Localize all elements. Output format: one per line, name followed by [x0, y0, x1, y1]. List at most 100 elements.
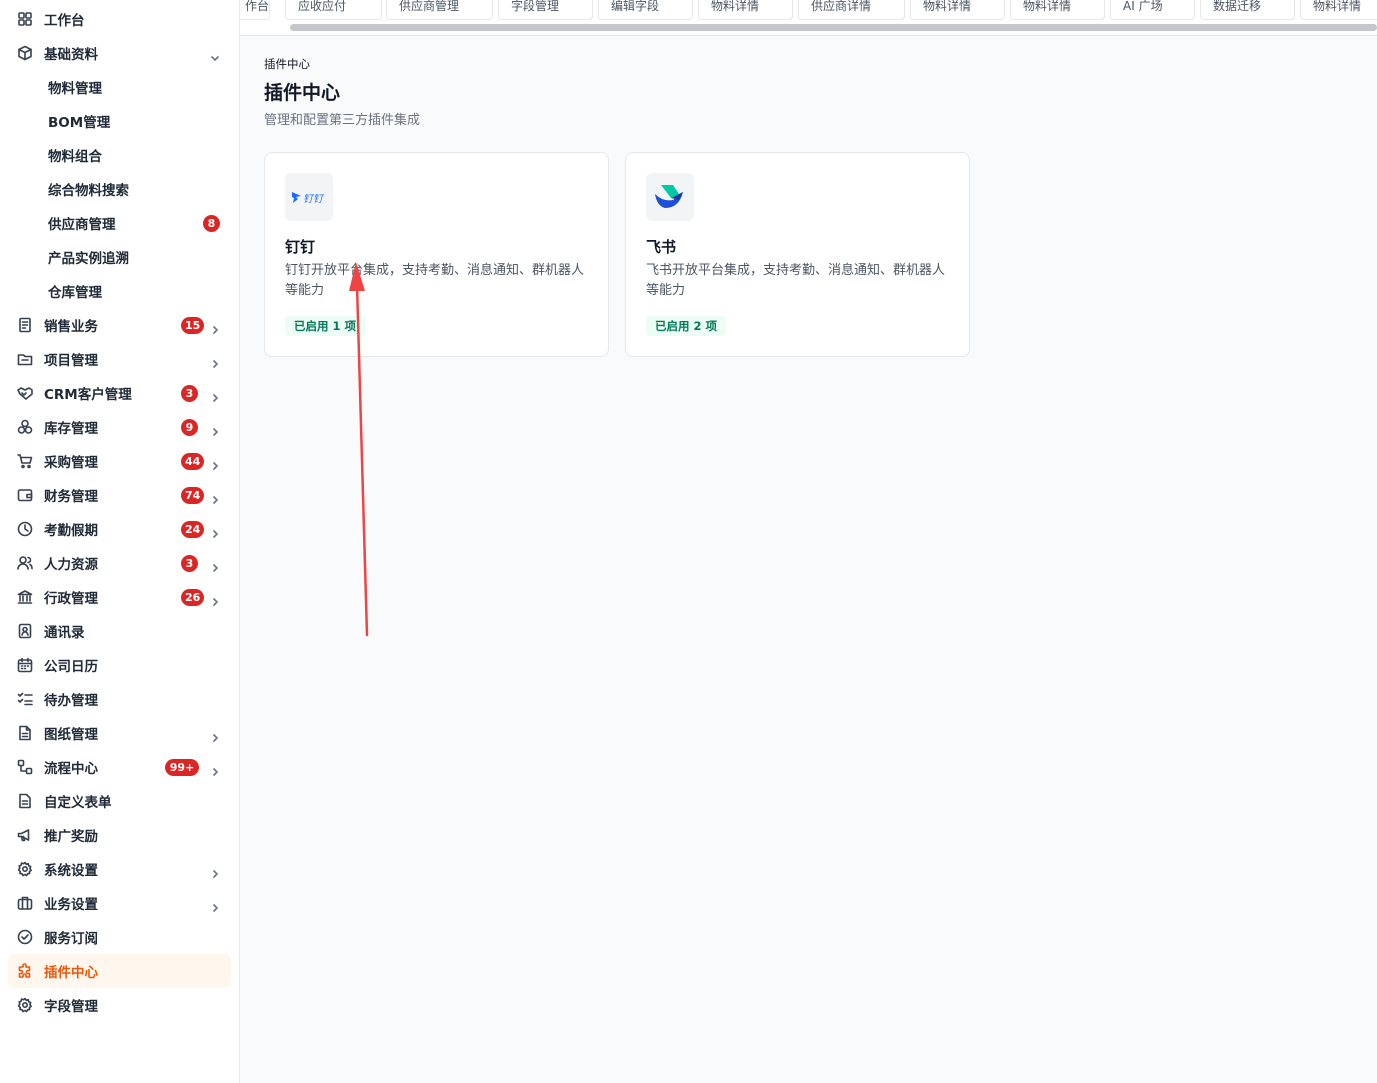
chevron-right-icon — [210, 898, 220, 913]
sidebar-item-supplier[interactable]: 供应商管理 8 — [8, 206, 231, 240]
sidebar-item-finance[interactable]: 财务管理 74 — [8, 478, 231, 512]
sidebar-item-label: 字段管理 — [44, 999, 98, 1015]
sidebar-item-plugin-center[interactable]: 插件中心 — [8, 954, 231, 988]
sidebar-item-workbench[interactable]: 工作台 — [8, 2, 231, 36]
sidebar-item-crm[interactable]: CRM客户管理 3 — [8, 376, 231, 410]
count-badge: 3 — [181, 384, 198, 402]
chevron-right-icon — [210, 388, 220, 403]
page-description: 管理和配置第三方插件集成 — [264, 113, 421, 128]
chevron-right-icon — [210, 728, 220, 743]
sidebar-item-field-management[interactable]: 字段管理 — [8, 988, 231, 1022]
tab[interactable]: 编辑字段 — [598, 0, 693, 20]
chevron-right-icon — [210, 320, 220, 335]
chevron-right-icon — [210, 354, 220, 369]
sidebar-item-workflow[interactable]: 流程中心 99+ — [8, 750, 231, 784]
sidebar-item-bom[interactable]: BOM管理 — [8, 104, 231, 138]
sidebar-item-material-combo[interactable]: 物料组合 — [8, 138, 231, 172]
sidebar-item-label: 产品实例追溯 — [48, 251, 129, 267]
sidebar: 工作台 基础资料 物料管理 BOM管理 物料组合 综合物料搜索 供应商管理 8 … — [0, 0, 240, 1083]
sidebar-item-subscription[interactable]: 服务订阅 — [8, 920, 231, 954]
tab[interactable]: 作台 — [240, 0, 270, 20]
dingtalk-logo-text: 钉钉 — [303, 194, 323, 205]
briefcase-icon — [17, 895, 33, 911]
count-badge: 99+ — [165, 758, 199, 776]
sidebar-item-hr[interactable]: 人力资源 3 — [8, 546, 231, 580]
sidebar-item-label: 库存管理 — [44, 421, 98, 437]
sidebar-item-warehouse[interactable]: 仓库管理 — [8, 274, 231, 308]
sidebar-item-label: 综合物料搜索 — [48, 183, 129, 199]
gear-icon — [17, 861, 33, 877]
file-icon — [17, 725, 33, 741]
tab[interactable]: 物料详情 — [698, 0, 793, 20]
tab[interactable]: 应收应付 — [285, 0, 382, 20]
calendar-icon — [17, 657, 33, 673]
sidebar-item-material[interactable]: 物料管理 — [8, 70, 231, 104]
tab[interactable]: 物料详情 — [1010, 0, 1105, 20]
sidebar-item-label: 物料管理 — [48, 81, 102, 97]
chevron-right-icon — [210, 456, 220, 471]
wallet-icon — [17, 487, 33, 503]
sidebar-item-label: 行政管理 — [44, 591, 98, 607]
chevron-right-icon — [210, 524, 220, 539]
sidebar-item-system-settings[interactable]: 系统设置 — [8, 852, 231, 886]
sidebar-item-label: 系统设置 — [44, 863, 98, 879]
sidebar-item-sales[interactable]: 销售业务 15 — [8, 308, 231, 342]
tab-scrollbar[interactable] — [290, 24, 1377, 31]
sidebar-item-label: 自定义表单 — [44, 795, 112, 811]
handshake-icon — [17, 385, 33, 401]
cart-icon — [17, 453, 33, 469]
feishu-logo — [646, 173, 694, 221]
sidebar-item-admin[interactable]: 行政管理 26 — [8, 580, 231, 614]
sidebar-item-label: 物料组合 — [48, 149, 102, 165]
grid-icon — [17, 11, 33, 27]
contact-icon — [17, 623, 33, 639]
count-badge: 9 — [181, 418, 198, 436]
flow-icon — [17, 759, 33, 775]
sidebar-item-inventory[interactable]: 库存管理 9 — [8, 410, 231, 444]
tab[interactable]: 物料详情 — [1300, 0, 1377, 20]
sidebar-item-label: 业务设置 — [44, 897, 98, 913]
users-icon — [17, 555, 33, 571]
chevron-right-icon — [210, 422, 220, 437]
tab[interactable]: AI 广场 — [1110, 0, 1195, 20]
sidebar-item-label: 推广奖励 — [44, 829, 98, 845]
sidebar-item-label: CRM客户管理 — [44, 387, 132, 403]
sidebar-item-label: 基础资料 — [44, 47, 98, 63]
tab[interactable]: 供应商详情 — [798, 0, 905, 20]
plugin-name: 钉钉 — [285, 238, 316, 256]
folder-icon — [17, 351, 33, 367]
tab[interactable]: 字段管理 — [498, 0, 593, 20]
chevron-down-icon — [210, 48, 220, 62]
sidebar-item-attendance[interactable]: 考勤假期 24 — [8, 512, 231, 546]
sidebar-item-business-settings[interactable]: 业务设置 — [8, 886, 231, 920]
count-badge: 44 — [181, 452, 205, 470]
checklist-icon — [17, 691, 33, 707]
plugin-card-feishu[interactable]: 飞书 飞书开放平台集成，支持考勤、消息通知、群机器人等能力 已启用 2 项 — [625, 152, 970, 357]
box-icon — [17, 45, 33, 61]
sidebar-item-purchase[interactable]: 采购管理 44 — [8, 444, 231, 478]
tab[interactable]: 数据迁移 — [1200, 0, 1295, 20]
sidebar-item-material-search[interactable]: 综合物料搜索 — [8, 172, 231, 206]
sidebar-item-custom-form[interactable]: 自定义表单 — [8, 784, 231, 818]
sidebar-item-product-trace[interactable]: 产品实例追溯 — [8, 240, 231, 274]
sidebar-item-calendar[interactable]: 公司日历 — [8, 648, 231, 682]
sidebar-item-contacts[interactable]: 通讯录 — [8, 614, 231, 648]
sidebar-item-label: 销售业务 — [44, 319, 98, 335]
sidebar-item-label: 工作台 — [44, 13, 85, 29]
feishu-icon — [655, 185, 683, 208]
count-badge: 8 — [203, 214, 220, 232]
tab[interactable]: 供应商管理 — [386, 0, 493, 20]
sidebar-item-todo[interactable]: 待办管理 — [8, 682, 231, 716]
tab[interactable]: 物料详情 — [910, 0, 1005, 20]
sidebar-item-label: 考勤假期 — [44, 523, 98, 539]
sidebar-item-project[interactable]: 项目管理 — [8, 342, 231, 376]
chevron-right-icon — [210, 762, 220, 777]
plugin-card-dingtalk[interactable]: 钉钉 钉钉 钉钉开放平台集成，支持考勤、消息通知、群机器人等能力 已启用 1 项 — [264, 152, 609, 357]
sidebar-item-drawings[interactable]: 图纸管理 — [8, 716, 231, 750]
sidebar-item-promotion[interactable]: 推广奖励 — [8, 818, 231, 852]
clock-icon — [17, 521, 33, 537]
sidebar-item-basic-data[interactable]: 基础资料 — [8, 36, 231, 70]
plugin-name: 飞书 — [646, 238, 677, 256]
document-icon — [17, 317, 33, 333]
sidebar-item-label: 采购管理 — [44, 455, 98, 471]
